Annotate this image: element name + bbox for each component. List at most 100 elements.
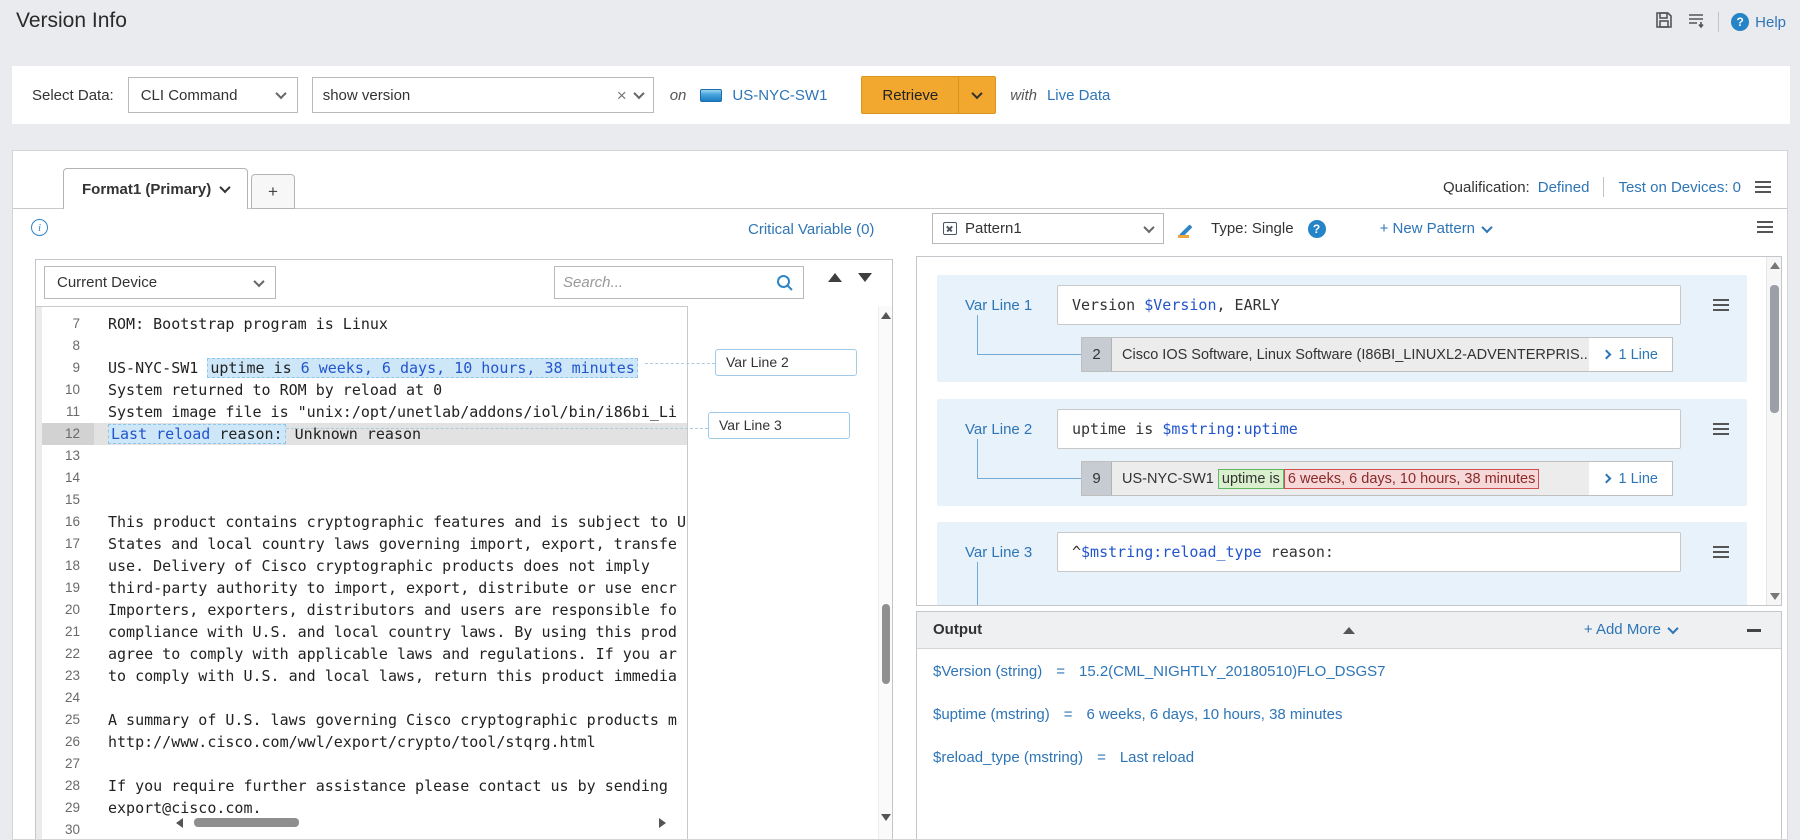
pattern-menu-icon[interactable] [1757,221,1773,233]
output-variable-row: $Version (string)=15.2(CML_NIGHTLY_20180… [933,662,1769,682]
search-icon [775,273,795,293]
output-variable-name: $Version (string) [933,663,1042,680]
var-line-menu-icon[interactable] [1713,299,1729,311]
code-text: A summary of U.S. laws governing Cisco c… [108,711,677,729]
expand-lines-button[interactable]: 1 Line [1589,338,1672,371]
scroll-down-icon[interactable] [1770,593,1780,600]
expand-lines-button[interactable]: 1 Line [1589,462,1672,495]
sample-text-pane: Current Device Search... 67ROM: Bootstra… [35,259,893,840]
minimize-icon[interactable] [1747,629,1761,632]
line-gutter: 21 [36,621,94,643]
code-text: US-NYC-SW1 [108,359,207,377]
test-on-devices-link[interactable]: Test on Devices: 0 [1618,179,1741,196]
save-icon[interactable] [1654,10,1674,34]
pattern-select[interactable]: Pattern1 [932,213,1164,244]
scroll-up-icon[interactable] [881,312,891,319]
type-help-icon[interactable]: ? [1308,220,1326,238]
select-data-label: Select Data: [32,87,114,104]
line-text [94,306,108,313]
chevron-down-icon [1143,221,1154,232]
code-line: 24 [36,687,687,709]
scroll-up-icon[interactable] [1770,262,1780,269]
chevron-down-icon [275,88,286,99]
scroll-left-icon[interactable] [176,818,183,828]
pattern-text: ^ [1072,543,1081,561]
output-title: Output [933,621,982,638]
line-text: System image file is "unix:/opt/unetlab/… [94,401,677,423]
chevron-down-icon [253,275,264,286]
output-variable-row: $uptime (mstring)=6 weeks, 6 days, 10 ho… [933,705,1769,725]
retrieve-button[interactable]: Retrieve [861,76,996,114]
output-variable-row: $reload_type (mstring)=Last reload [933,748,1769,768]
edit-pattern-icon[interactable] [1178,219,1197,238]
search-input[interactable]: Search... [554,266,804,299]
code-text: export@cisco.com. [108,799,262,817]
critical-variable-link[interactable]: Critical Variable (0) [748,221,874,238]
device-link[interactable]: US-NYC-SW1 [732,87,827,104]
data-type-select[interactable]: CLI Command [128,77,298,113]
line-text: States and local country laws governing … [94,533,677,555]
line-text: ROM: Bootstrap program is Linux [94,313,388,335]
line-gutter: 28 [36,775,94,797]
line-number: 12 [42,423,94,445]
line-number: 20 [42,599,94,621]
new-pattern-button[interactable]: + New Pattern [1380,220,1491,237]
vertical-scrollbar[interactable] [1766,257,1781,605]
save-as-list-icon[interactable] [1686,10,1706,34]
live-data-link[interactable]: Live Data [1047,87,1110,104]
scroll-right-icon[interactable] [659,818,666,828]
menu-icon[interactable] [1755,181,1771,193]
help-link[interactable]: ? Help [1731,13,1786,31]
cli-output-viewer[interactable]: 67ROM: Bootstrap program is Linux89US-NY… [36,306,688,840]
line-gutter: 7 [36,313,94,335]
vertical-scrollbar[interactable] [878,306,892,840]
pattern-text: reason: [1262,543,1334,561]
pattern-input[interactable]: uptime is $mstring:uptime [1057,409,1681,449]
current-device-select[interactable]: Current Device [44,266,276,299]
line-text: compliance with U.S. and local country l… [94,621,677,643]
tab-format1-primary[interactable]: Format1 (Primary) [63,168,248,209]
match-green-segment: uptime is [1218,469,1284,489]
line-number: 6 [42,306,94,313]
scrollbar-thumb[interactable] [1770,285,1779,413]
pattern-input[interactable]: ^$mstring:reload_type reason: [1057,532,1681,572]
horizontal-scrollbar[interactable] [176,816,666,830]
search-prev-icon[interactable] [828,273,842,282]
line-number: 29 [42,797,94,819]
line-gutter: 20 [36,599,94,621]
pattern-input[interactable]: Version $Version, EARLY [1057,285,1681,325]
add-format-tab[interactable]: + [251,174,295,209]
line-gutter: 16 [36,511,94,533]
scrollbar-thumb[interactable] [882,604,890,684]
code-line: 7ROM: Bootstrap program is Linux [36,313,687,335]
output-header: Output + Add More [917,612,1781,649]
code-line: 6 [36,306,687,313]
add-more-button[interactable]: + Add More [1584,621,1677,638]
scrollbar-thumb[interactable] [194,818,299,827]
command-combobox[interactable]: show version × [312,77,654,113]
line-number: 24 [42,687,94,709]
var-line-menu-icon[interactable] [1713,546,1729,558]
line-gutter: 12 [36,423,94,445]
collapse-icon[interactable] [1343,610,1355,627]
line-text: This product contains cryptographic feat… [94,511,686,533]
qualification-defined-link[interactable]: Defined [1538,179,1590,196]
var-line-menu-icon[interactable] [1713,423,1729,435]
info-icon[interactable]: i [31,219,48,236]
search-next-icon[interactable] [858,273,872,282]
line-text: If you require further assistance please… [94,775,677,797]
equals-sign: = [1056,663,1065,680]
scroll-down-icon[interactable] [881,814,891,821]
line-text: Importers, exporters, distributors and u… [94,599,677,621]
qualification-label: Qualification: [1443,179,1530,196]
matched-value-text: Last reload [111,425,219,443]
line-text: US-NYC-SW1 uptime is 6 weeks, 6 days, 10… [94,357,638,379]
var-line-annotation[interactable]: Var Line 3 [708,412,850,439]
clear-icon[interactable]: × [617,87,627,104]
line-number: 16 [42,511,94,533]
retrieve-dropdown[interactable] [959,91,995,99]
code-line: 9US-NYC-SW1 uptime is 6 weeks, 6 days, 1… [36,357,687,379]
var-line-label: Var Line 2 [965,421,1032,438]
line-gutter: 19 [36,577,94,599]
var-line-annotation[interactable]: Var Line 2 [715,349,857,376]
